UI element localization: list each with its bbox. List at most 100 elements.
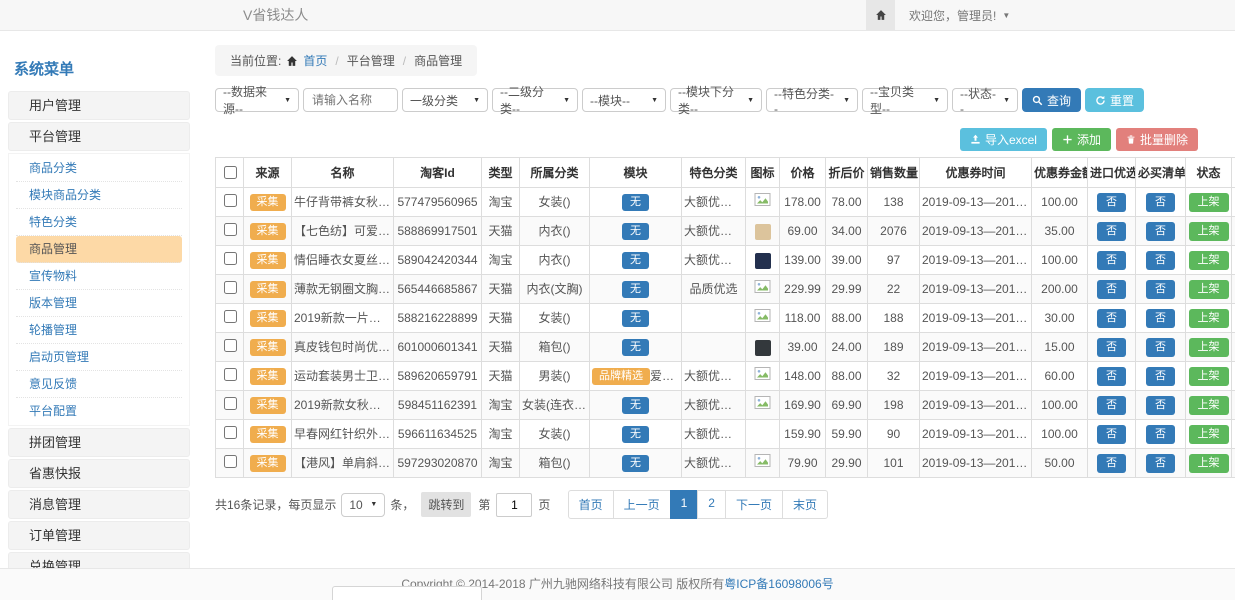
home-button[interactable] [866, 0, 895, 30]
row-checkbox-cell [216, 333, 244, 362]
row-checkbox[interactable] [224, 223, 237, 236]
must-buy-toggle[interactable]: 否 [1146, 251, 1175, 270]
category-cell: 男装() [520, 362, 590, 391]
must-buy-cell: 否 [1136, 246, 1186, 275]
row-checkbox-cell [216, 449, 244, 478]
must-buy-toggle[interactable]: 否 [1146, 425, 1175, 444]
search-button[interactable]: 查询 [1022, 88, 1081, 112]
row-checkbox[interactable] [224, 455, 237, 468]
row-checkbox-cell [216, 246, 244, 275]
must-buy-toggle[interactable]: 否 [1146, 338, 1175, 357]
breadcrumb-home-link[interactable]: 首页 [303, 52, 327, 69]
row-checkbox[interactable] [224, 339, 237, 352]
status-select[interactable]: --状态--▼ [952, 88, 1018, 112]
status-toggle[interactable]: 上架 [1189, 251, 1229, 270]
row-checkbox[interactable] [224, 281, 237, 294]
row-checkbox[interactable] [224, 368, 237, 381]
row-checkbox[interactable] [224, 310, 237, 323]
import-select-toggle[interactable]: 否 [1097, 454, 1126, 473]
row-checkbox[interactable] [224, 426, 237, 439]
batch-delete-button[interactable]: 批量删除 [1116, 128, 1198, 151]
status-toggle[interactable]: 上架 [1189, 280, 1229, 299]
sidebar-subitem-9[interactable]: 平台配置 [16, 398, 182, 424]
row-checkbox[interactable] [224, 397, 237, 410]
row-checkbox[interactable] [224, 252, 237, 265]
level2-category-select[interactable]: --二级分类--▼ [492, 88, 578, 112]
sidebar-subitem-4[interactable]: 宣传物料 [16, 263, 182, 290]
pager-button-5[interactable]: 末页 [782, 490, 828, 519]
sidebar-subitem-7[interactable]: 启动页管理 [16, 344, 182, 371]
sidebar-subitem-2[interactable]: 特色分类 [16, 209, 182, 236]
import-select-toggle[interactable]: 否 [1097, 222, 1126, 241]
sidebar-group-2[interactable]: 拼团管理 [8, 428, 190, 457]
import-select-toggle[interactable]: 否 [1097, 367, 1126, 386]
page-jump-input[interactable] [496, 493, 532, 517]
sidebar-group-0[interactable]: 用户管理 [8, 91, 190, 120]
status-toggle[interactable]: 上架 [1189, 425, 1229, 444]
level1-category-select[interactable]: 一级分类▼ [402, 88, 488, 112]
chevron-down-icon: ▼ [1003, 97, 1010, 104]
status-toggle[interactable]: 上架 [1189, 454, 1229, 473]
import-select-toggle[interactable]: 否 [1097, 251, 1126, 270]
must-buy-toggle[interactable]: 否 [1146, 222, 1175, 241]
type-cell: 天猫 [482, 217, 520, 246]
sidebar-subitem-8[interactable]: 意见反馈 [16, 371, 182, 398]
import-select-toggle[interactable]: 否 [1097, 280, 1126, 299]
data-source-select[interactable]: --数据来源--▼ [215, 88, 299, 112]
pager-button-2[interactable]: 1 [670, 490, 699, 519]
status-toggle[interactable]: 上架 [1189, 193, 1229, 212]
must-buy-toggle[interactable]: 否 [1146, 454, 1175, 473]
status-toggle[interactable]: 上架 [1189, 338, 1229, 357]
import-select-toggle[interactable]: 否 [1097, 309, 1126, 328]
user-menu[interactable]: 欢迎您，管理员! ▼ [909, 7, 1010, 24]
select-all-checkbox[interactable] [224, 166, 237, 179]
must-buy-toggle[interactable]: 否 [1146, 367, 1175, 386]
must-buy-toggle[interactable]: 否 [1146, 280, 1175, 299]
row-checkbox[interactable] [224, 194, 237, 207]
import-select-cell: 否 [1088, 449, 1136, 478]
sidebar-group-3[interactable]: 省惠快报 [8, 459, 190, 488]
module-subcategory-select[interactable]: --模块下分类--▼ [670, 88, 762, 112]
import-select-toggle[interactable]: 否 [1097, 193, 1126, 212]
must-buy-toggle[interactable]: 否 [1146, 309, 1175, 328]
import-select-toggle[interactable]: 否 [1097, 396, 1126, 415]
sidebar-subitem-5[interactable]: 版本管理 [16, 290, 182, 317]
feature-category-select[interactable]: --特色分类--▼ [766, 88, 858, 112]
import-select-toggle[interactable]: 否 [1097, 338, 1126, 357]
status-toggle[interactable]: 上架 [1189, 309, 1229, 328]
must-buy-toggle[interactable]: 否 [1146, 193, 1175, 212]
page-size-select[interactable]: 10 ▼ [341, 493, 385, 517]
status-toggle[interactable]: 上架 [1189, 367, 1229, 386]
sidebar-subitem-1[interactable]: 模块商品分类 [16, 182, 182, 209]
topbar: V省钱达人 欢迎您，管理员! ▼ [0, 0, 1235, 31]
import-excel-button[interactable]: 导入excel [960, 128, 1047, 151]
sidebar-group-4[interactable]: 消息管理 [8, 490, 190, 519]
add-button[interactable]: 添加 [1052, 128, 1111, 151]
sidebar-group-1[interactable]: 平台管理 [8, 122, 190, 151]
must-buy-toggle[interactable]: 否 [1146, 396, 1175, 415]
status-toggle[interactable]: 上架 [1189, 222, 1229, 241]
jump-button[interactable]: 跳转到 [421, 492, 471, 517]
reset-button[interactable]: 重置 [1085, 88, 1144, 112]
broken-image-icon [754, 308, 771, 323]
item-type-select[interactable]: --宝贝类型--▼ [862, 88, 948, 112]
sidebar-subitem-3[interactable]: 商品管理 [16, 236, 182, 263]
sidebar-group-5[interactable]: 订单管理 [8, 521, 190, 550]
sidebar-subitem-6[interactable]: 轮播管理 [16, 317, 182, 344]
pager-button-0[interactable]: 首页 [568, 490, 614, 519]
pager-button-3[interactable]: 2 [697, 490, 726, 519]
icp-link[interactable]: 粤ICP备16098006号 [724, 577, 833, 591]
sidebar-group-6[interactable]: 兑换管理 [8, 552, 190, 568]
import-select-toggle[interactable]: 否 [1097, 425, 1126, 444]
table-body: 采集牛仔背带裤女秋装减龄...577479560965淘宝女装()无大额优惠券1… [216, 188, 1235, 478]
sidebar-subitem-0[interactable]: 商品分类 [16, 155, 182, 182]
name-search-input[interactable] [303, 88, 398, 112]
pager-button-4[interactable]: 下一页 [725, 490, 783, 519]
status-toggle[interactable]: 上架 [1189, 396, 1229, 415]
sales-cell: 188 [868, 304, 920, 333]
discount-price-cell: 29.99 [826, 275, 868, 304]
jump-suffix: 页 [538, 496, 550, 513]
module-select[interactable]: --模块--▼ [582, 88, 666, 112]
operation-cell [1232, 246, 1235, 275]
pager-button-1[interactable]: 上一页 [613, 490, 671, 519]
